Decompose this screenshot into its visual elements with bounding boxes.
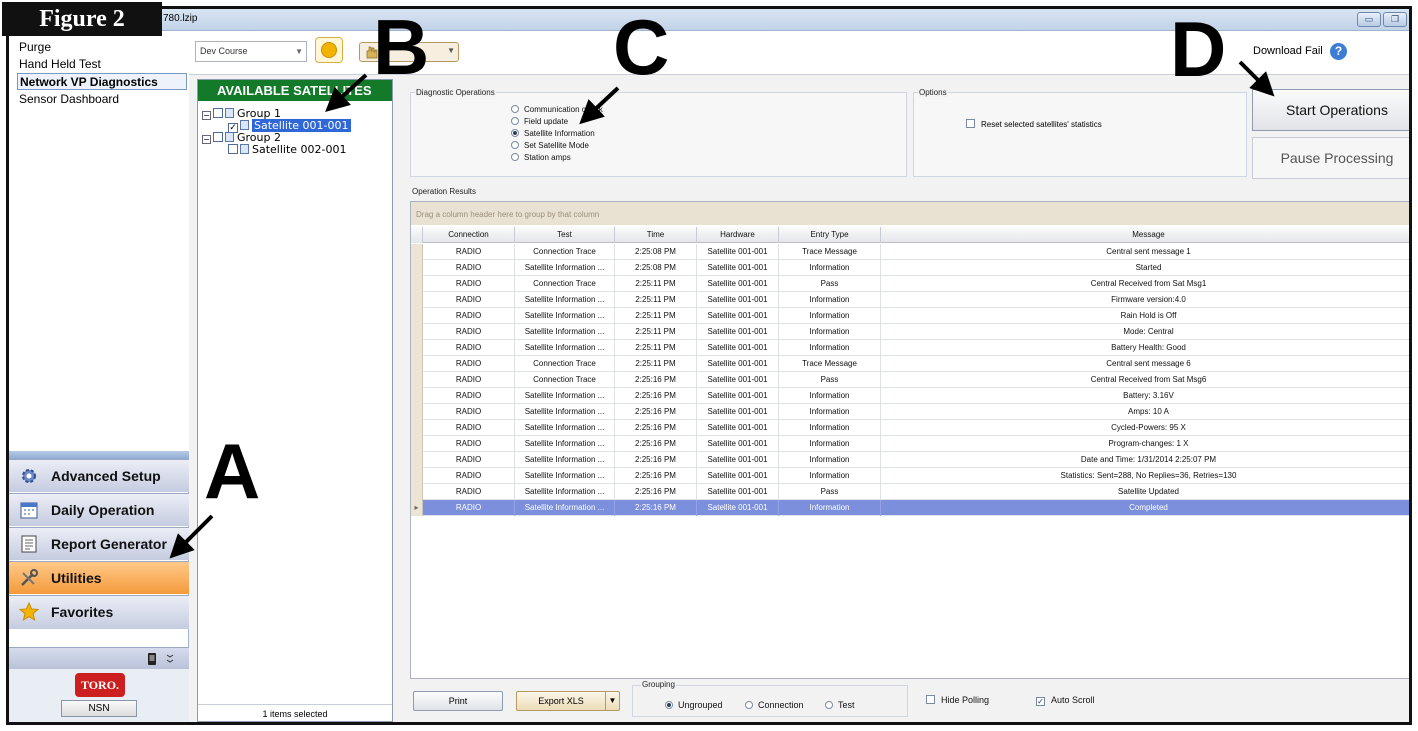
annotation-c: C bbox=[613, 3, 670, 91]
arrow-d bbox=[1238, 60, 1275, 97]
annotation-arrows bbox=[169, 60, 1275, 559]
arrow-b bbox=[325, 73, 368, 113]
annotation-d: D bbox=[1170, 5, 1227, 93]
arrow-a bbox=[169, 514, 214, 559]
figure-label: Figure 2 bbox=[2, 2, 162, 36]
annotation-a: A bbox=[204, 427, 261, 515]
arrow-c bbox=[579, 86, 620, 125]
annotation-b: B bbox=[373, 3, 430, 91]
